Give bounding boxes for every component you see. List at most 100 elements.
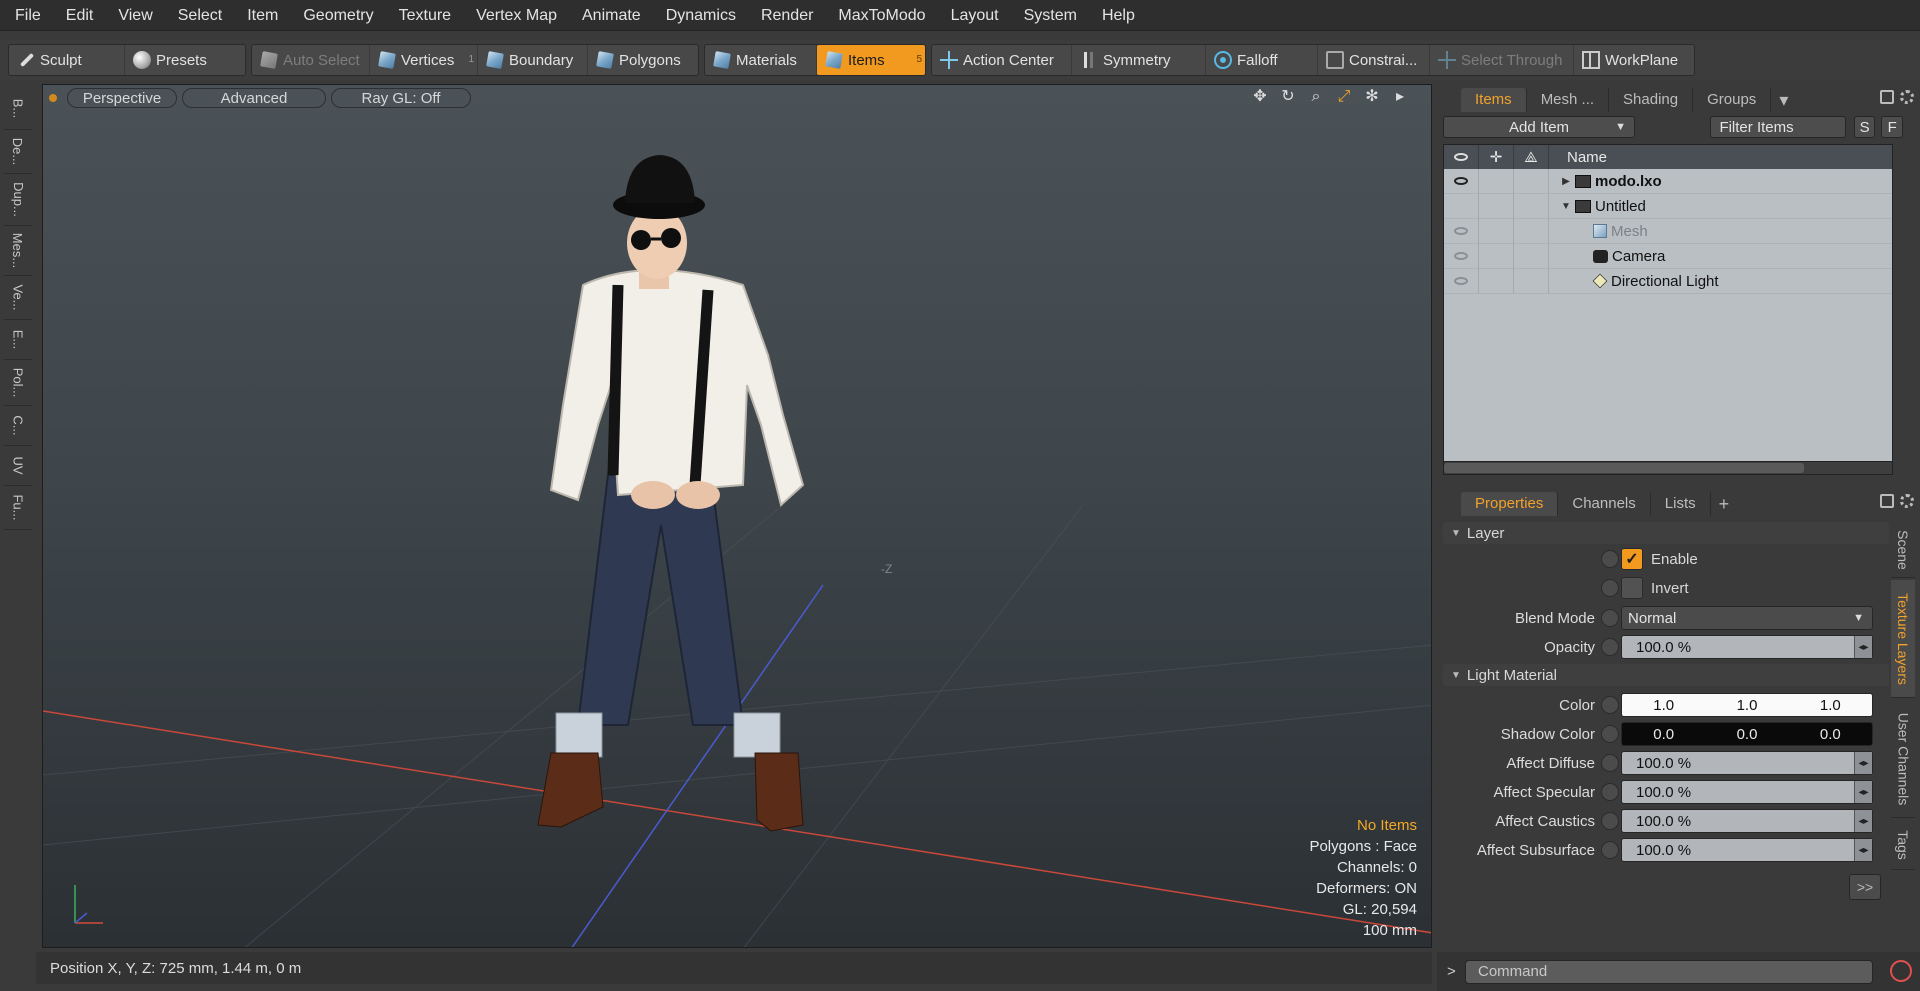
item-row-untitled[interactable]: ▼ Untitled [1444, 193, 1892, 219]
blend-mode-select[interactable]: Normal ▼ [1621, 606, 1873, 630]
add-item-button[interactable]: Add Item ▼ [1443, 116, 1636, 138]
enable-knob[interactable] [1601, 550, 1619, 568]
type-column-icon[interactable]: ⟁ [1514, 145, 1549, 169]
spin-arrows-icon[interactable]: ◂▸ [1854, 839, 1872, 861]
panel-gear-icon[interactable] [1900, 494, 1914, 508]
item-row-camera[interactable]: Camera [1444, 243, 1892, 269]
tab-items[interactable]: Items [1461, 88, 1527, 112]
affect-diffuse-knob[interactable] [1601, 754, 1619, 772]
viewport-menu-dot[interactable] [49, 94, 57, 102]
left-tab-uv[interactable]: UV [4, 446, 32, 486]
command-input[interactable] [1465, 959, 1873, 984]
viewport-expand-icon[interactable]: ▸ [1391, 88, 1409, 106]
filter-items-input[interactable]: Filter Items [1710, 116, 1846, 138]
scrollbar-thumb[interactable] [1444, 463, 1804, 473]
maximize-icon[interactable] [1880, 90, 1894, 104]
left-tab-vertex[interactable]: Ve... [4, 276, 32, 320]
left-tab-mesh[interactable]: Mes... [4, 226, 32, 276]
color-knob[interactable] [1601, 696, 1619, 714]
presets-button[interactable]: Presets [125, 45, 245, 75]
fit-view-icon[interactable]: ⤢ [1335, 88, 1353, 106]
blend-mode-knob[interactable] [1601, 609, 1619, 627]
boundary-button[interactable]: Boundary [478, 45, 588, 75]
side-tab-texture-layers[interactable]: Texture Layers [1891, 580, 1915, 698]
shadow-g[interactable]: 0.0 [1737, 726, 1758, 743]
left-tab-deform[interactable]: De... [4, 130, 32, 174]
visibility-eye-icon[interactable] [1454, 177, 1468, 185]
invert-checkbox[interactable] [1621, 577, 1643, 599]
menu-item[interactable]: Item [232, 0, 288, 31]
vertices-button[interactable]: Vertices 1 [370, 45, 478, 75]
move-view-icon[interactable]: ✥ [1251, 88, 1269, 106]
select-through-button[interactable]: Select Through [1430, 45, 1574, 75]
menu-edit[interactable]: Edit [51, 0, 104, 31]
collapse-arrow-icon[interactable]: ▼ [1557, 201, 1575, 212]
affect-diffuse-field[interactable]: 100.0 % ◂▸ [1621, 751, 1873, 775]
shadow-r[interactable]: 0.0 [1653, 726, 1674, 743]
affect-subsurface-field[interactable]: 100.0 % ◂▸ [1621, 838, 1873, 862]
constraints-button[interactable]: Constrai... [1318, 45, 1430, 75]
side-tab-tags[interactable]: Tags [1891, 820, 1915, 870]
raygl-button[interactable]: Ray GL: Off [331, 88, 471, 108]
shadow-b[interactable]: 0.0 [1820, 726, 1841, 743]
items-button[interactable]: Items 5 [817, 45, 925, 75]
menu-geometry[interactable]: Geometry [288, 0, 383, 31]
visibility-eye-icon[interactable] [1454, 252, 1468, 260]
falloff-button[interactable]: Falloff [1206, 45, 1318, 75]
menu-select[interactable]: Select [163, 0, 232, 31]
shadow-color-field[interactable]: 0.0 0.0 0.0 [1621, 722, 1873, 746]
record-macro-icon[interactable] [1890, 960, 1912, 982]
visibility-eye-icon[interactable] [1454, 277, 1468, 285]
visibility-column-icon[interactable] [1444, 145, 1479, 169]
sculpt-button[interactable]: Sculpt [9, 45, 125, 75]
3d-viewport[interactable]: -Z Perspective Advanced Ray GL: Off ✥ ↻ … [42, 84, 1432, 948]
auto-select-button[interactable]: Auto Select [252, 45, 370, 75]
menu-help[interactable]: Help [1087, 0, 1145, 31]
side-tab-user-channels[interactable]: User Channels [1891, 700, 1915, 818]
tab-mesh[interactable]: Mesh ... [1527, 88, 1610, 112]
tab-lists[interactable]: Lists [1651, 492, 1711, 516]
left-tab-curve[interactable]: C... [4, 406, 32, 446]
add-tab-button[interactable]: + [1711, 494, 1738, 515]
left-tab-fusion[interactable]: Fu... [4, 486, 32, 530]
action-center-button[interactable]: Action Center [932, 45, 1072, 75]
menu-maxtomodo[interactable]: MaxToModo [823, 0, 935, 31]
menu-vertex-map[interactable]: Vertex Map [461, 0, 567, 31]
menu-view[interactable]: View [103, 0, 162, 31]
opacity-knob[interactable] [1601, 638, 1619, 656]
side-tab-scene[interactable]: Scene [1891, 522, 1915, 578]
workplane-button[interactable]: WorkPlane [1574, 45, 1694, 75]
shadow-color-knob[interactable] [1601, 725, 1619, 743]
affect-caustics-field[interactable]: 100.0 % ◂▸ [1621, 809, 1873, 833]
left-tab-duplicate[interactable]: Dup... [4, 174, 32, 226]
menu-file[interactable]: File [0, 0, 51, 31]
rotate-view-icon[interactable]: ↻ [1279, 88, 1297, 106]
menu-render[interactable]: Render [746, 0, 823, 31]
name-column-header[interactable]: Name [1549, 149, 1607, 166]
menu-layout[interactable]: Layout [936, 0, 1009, 31]
invert-knob[interactable] [1601, 579, 1619, 597]
light-material-section-header[interactable]: ▼ Light Material [1443, 664, 1889, 686]
maximize-icon[interactable] [1880, 494, 1894, 508]
symmetry-button[interactable]: Symmetry [1072, 45, 1206, 75]
lock-column-icon[interactable]: ✛ [1479, 145, 1514, 169]
color-b[interactable]: 1.0 [1820, 697, 1841, 714]
viewport-gear-icon[interactable]: ✻ [1363, 88, 1381, 106]
left-tab-polygon[interactable]: Pol... [4, 360, 32, 406]
menu-system[interactable]: System [1009, 0, 1087, 31]
layer-section-header[interactable]: ▼ Layer [1443, 522, 1889, 544]
view-type-button[interactable]: Perspective [67, 88, 177, 108]
panel-gear-icon[interactable] [1900, 90, 1914, 104]
items-horizontal-scrollbar[interactable] [1443, 461, 1893, 475]
affect-specular-knob[interactable] [1601, 783, 1619, 801]
spin-arrows-icon[interactable]: ◂▸ [1854, 810, 1872, 832]
tab-properties[interactable]: Properties [1461, 492, 1559, 516]
left-tab-basic[interactable]: B... [4, 88, 32, 130]
tab-groups[interactable]: Groups [1693, 88, 1772, 112]
f-button[interactable]: F [1881, 116, 1904, 138]
shading-mode-button[interactable]: Advanced [182, 88, 326, 108]
menu-dynamics[interactable]: Dynamics [651, 0, 746, 31]
spin-arrows-icon[interactable]: ◂▸ [1854, 781, 1872, 803]
color-r[interactable]: 1.0 [1653, 697, 1674, 714]
affect-subsurface-knob[interactable] [1601, 841, 1619, 859]
